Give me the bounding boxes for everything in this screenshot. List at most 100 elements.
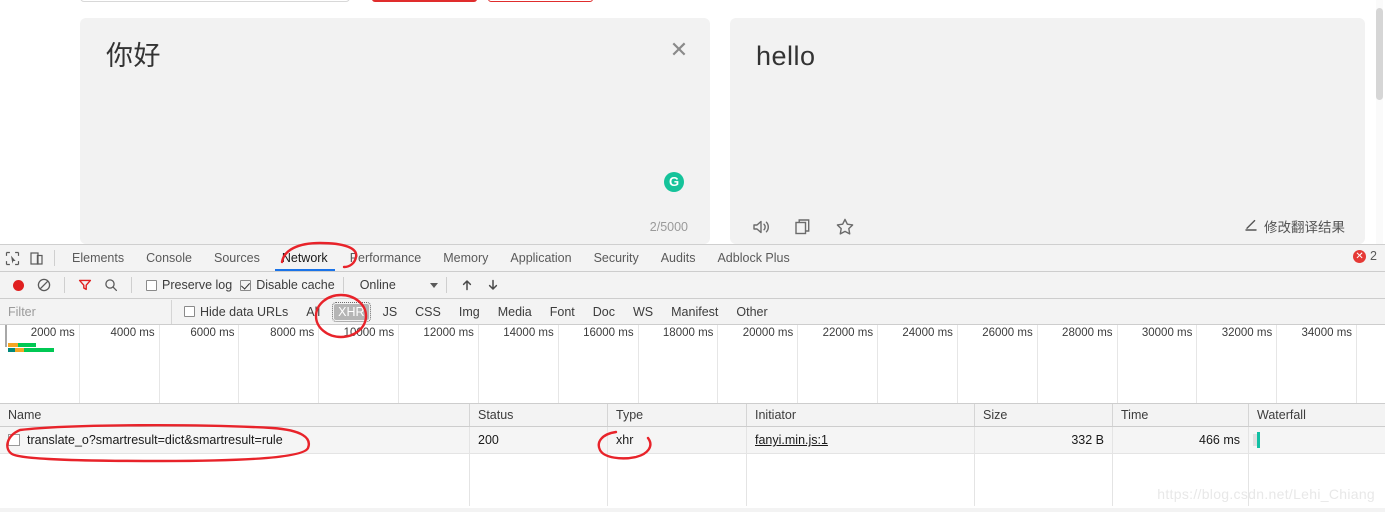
inspect-element-icon[interactable] [0,246,24,270]
clear-icon[interactable] [32,273,56,297]
row-checkbox[interactable] [8,434,20,446]
tab-elements[interactable]: Elements [61,246,135,271]
column-header-time[interactable]: Time [1113,404,1249,426]
timeline-tick-label: 2000 ms [30,327,75,339]
close-icon[interactable]: ✕ [668,39,690,62]
filter-type-manifest[interactable]: Manifest [667,304,722,320]
timeline-tick: 10000 ms [319,325,400,403]
timeline-tick-label: 10000 ms [343,327,395,339]
error-badge[interactable]: ✕ 2 [1353,249,1377,263]
column-header-type[interactable]: Type [608,404,747,426]
column-header-size[interactable]: Size [975,404,1113,426]
preserve-log-checkbox[interactable]: Preserve log [146,278,232,292]
filter-type-css[interactable]: CSS [411,304,445,320]
overview-bar-segment [8,343,18,347]
hide-data-urls-checkbox[interactable]: Hide data URLs [184,305,288,319]
column-header-status[interactable]: Status [470,404,608,426]
initiator-link[interactable]: fanyi.min.js:1 [755,433,828,447]
tab-security[interactable]: Security [583,246,650,271]
preserve-log-box [146,279,157,291]
copy-icon[interactable] [794,218,813,236]
import-har-icon[interactable] [455,273,479,297]
filter-type-ws[interactable]: WS [629,304,657,320]
edit-translation-label: 修改翻译结果 [1264,220,1345,235]
filter-type-font[interactable]: Font [546,304,579,320]
timeline-tick: 22000 ms [798,325,879,403]
cell-initiator[interactable]: fanyi.min.js:1 [747,427,975,453]
timeline-tick: 34000 ms [1277,325,1358,403]
filter-type-other[interactable]: Other [732,304,771,320]
timeline-tick-label: 26000 ms [982,327,1033,339]
timeline-tick: 20000 ms [718,325,799,403]
resource-type-filters: All XHR JS CSS Img Media Font Doc WS Man… [302,301,771,322]
overview-bar [8,348,54,352]
filter-type-media[interactable]: Media [494,304,536,320]
throttle-select[interactable]: Online [360,278,438,292]
record-icon[interactable] [6,273,30,297]
device-toolbar-icon[interactable] [24,246,48,270]
speaker-icon[interactable] [752,218,772,236]
tab-network[interactable]: Network [271,246,339,271]
export-har-icon[interactable] [481,273,505,297]
toolbar-divider [54,250,55,266]
timeline-ruler: 2000 ms 4000 ms 6000 ms 8000 ms 10000 ms 1200… [0,325,1385,403]
disable-cache-box [240,279,252,291]
top-controls-strip [80,0,1370,2]
filter-type-all[interactable]: All [302,304,324,320]
timeline-tick-label: 16000 ms [583,327,634,339]
top-secondary-button[interactable] [488,0,593,2]
filter-type-xhr[interactable]: XHR [332,301,371,322]
page-scrollbar-thumb[interactable] [1376,8,1383,100]
timeline-tick: 16000 ms [559,325,639,403]
cell-time: 466 ms [1113,427,1249,453]
tab-adblock-plus[interactable]: Adblock Plus [706,246,800,271]
disable-cache-checkbox[interactable]: Disable cache [240,278,335,292]
overview-request-bars [8,343,54,353]
table-empty-space [0,454,1385,506]
timeline-start-marker [5,325,7,347]
top-primary-button[interactable] [372,0,477,2]
table-row[interactable]: translate_o?smartresult=dict&smartresult… [0,427,1385,454]
tab-audits[interactable]: Audits [650,246,707,271]
timeline-tick-label: 32000 ms [1221,327,1273,339]
filter-input[interactable]: Filter [0,299,172,324]
tab-application[interactable]: Application [499,246,582,271]
timeline-tick-label: 24000 ms [902,327,953,339]
overview-bar-segment [18,343,36,347]
tab-sources[interactable]: Sources [203,246,271,271]
error-icon: ✕ [1353,249,1367,263]
table-header: Name Status Type Initiator Size Time Waterfall [0,404,1385,427]
cell-name[interactable]: translate_o?smartresult=dict&smartresult… [0,427,470,453]
toolbar-divider-4 [342,277,344,293]
throttle-value: Online [359,278,396,292]
translate-page: 你好 ✕ G 2/5000 hello 修改翻译结果 [0,0,1385,244]
filter-icon[interactable] [73,273,97,297]
timeline-tick-label: 28000 ms [1062,327,1113,339]
network-overview[interactable]: 2000 ms 4000 ms 6000 ms 8000 ms 10000 ms 1200… [0,325,1385,404]
hide-data-urls-label: Hide data URLs [200,304,289,319]
timeline-tick-label: 18000 ms [662,327,714,339]
tab-memory[interactable]: Memory [432,246,499,271]
timeline-tick-label: 12000 ms [423,327,474,339]
filter-type-img[interactable]: Img [455,304,484,320]
filter-type-js[interactable]: JS [379,304,402,320]
filter-type-doc[interactable]: Doc [589,304,619,320]
grammarly-icon[interactable]: G [664,172,684,192]
timeline-tick: 32000 ms [1197,325,1278,403]
column-header-waterfall[interactable]: Waterfall [1249,404,1385,426]
disable-cache-label: Disable cache [256,278,335,292]
edit-translation-link[interactable]: 修改翻译结果 [1243,216,1345,236]
search-icon[interactable] [99,273,123,297]
target-text: hello [756,41,816,71]
star-icon[interactable] [835,217,855,236]
waterfall-bar [1257,432,1260,448]
target-actions [752,217,855,236]
top-text-input[interactable] [80,0,350,2]
timeline-tick: 24000 ms [878,325,958,403]
timeline-tick-label: 6000 ms [190,327,235,339]
column-header-initiator[interactable]: Initiator [747,404,975,426]
tab-performance[interactable]: Performance [339,246,433,271]
tab-console[interactable]: Console [135,246,203,271]
source-text-panel[interactable]: 你好 ✕ G 2/5000 [80,18,710,244]
column-header-name[interactable]: Name [0,404,470,426]
